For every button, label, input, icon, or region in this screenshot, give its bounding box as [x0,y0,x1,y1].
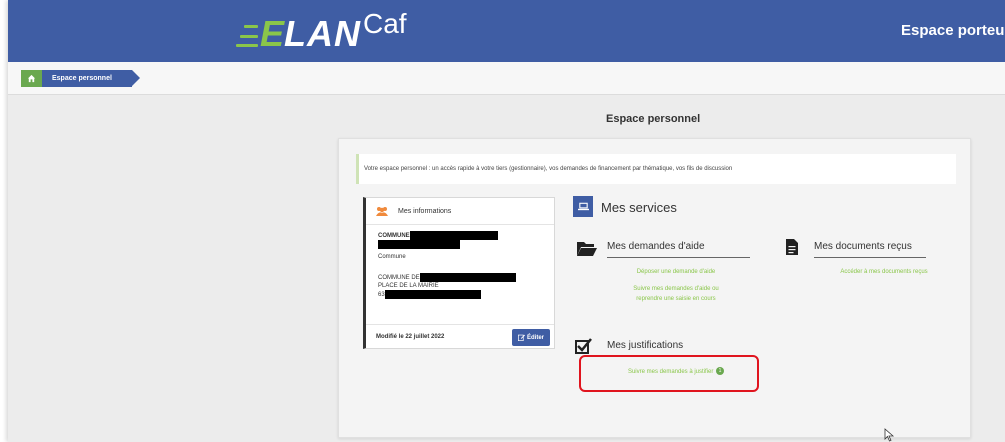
info-address-line2: PLACE DE LA MAIRIE [378,283,439,290]
services-laptop-box [573,196,593,217]
edit-button-label: Éditer [526,334,544,341]
info-address-line3: 63 [378,292,385,299]
edit-icon [517,334,525,341]
suivre-demandes-line1: Suivre mes demandes d'aide ou [633,286,719,292]
info-panel-header: Mes informations [366,198,554,225]
home-icon [27,74,36,83]
logo-lines-icon [236,25,258,47]
folder-open-icon [577,242,597,256]
redacted-block [419,273,516,283]
demandes-aide-section: Mes demandes d'aide [607,241,750,258]
divider [814,257,926,258]
elan-caf-logo[interactable]: E LAN Caf [236,8,407,54]
header-title: Espace porteurs [901,22,1005,39]
info-footer: Modifié le 22 juillet 2022 Éditer [366,324,554,348]
redacted-block [384,290,481,300]
page-title: Espace personnel [606,113,701,125]
header: E LAN Caf Espace porteurs [8,0,1005,62]
documents-recus-label: Mes documents reçus [814,241,912,252]
redacted-block [378,240,460,250]
redacted-block [409,231,498,240]
info-panel-title: Mes informations [398,207,452,215]
mouse-cursor-icon [884,428,895,442]
intro-banner: Votre espace personnel : un accès rapide… [356,154,956,184]
documents-recus-section: Mes documents reçus [814,241,926,258]
users-icon [376,207,388,216]
suivre-demandes-line2: reprendre une saisie en cours [636,296,716,302]
justifications-label: Mes justifications [607,340,684,351]
breadcrumb-item-espace-personnel[interactable]: Espace personnel [42,70,132,87]
modified-date: Modifié le 22 juillet 2022 [376,333,445,340]
divider [607,257,750,258]
justifications-section: Mes justifications [607,340,719,351]
services-title: Mes services [601,200,677,215]
mes-informations-panel: Mes informations COMMUNE Commune COMMUNE… [363,197,555,349]
annotation-highlight [579,355,759,392]
document-icon [786,239,798,255]
breadcrumb: Espace personnel [8,62,1005,95]
app-frame: E LAN Caf Espace porteurs Espace personn… [8,0,1005,442]
info-details: COMMUNE Commune COMMUNE DE PLACE DE LA M… [366,225,554,305]
checkbox-checked-icon [575,338,592,354]
breadcrumb-home[interactable] [21,70,42,87]
logo-e: E [260,13,285,54]
info-type: Commune [378,254,406,261]
laptop-icon [577,202,589,211]
breadcrumb-arrow [132,70,140,86]
logo-caf: Caf [363,8,407,39]
info-name: COMMUNE [378,233,410,240]
suivre-demandes-link[interactable]: Suivre mes demandes d'aide ou reprendre … [601,284,751,304]
edit-button[interactable]: Éditer [512,329,550,346]
deposer-demande-link[interactable]: Déposer une demande d'aide [601,267,751,277]
acceder-documents-link[interactable]: Accéder à mes documents reçus [809,267,959,277]
main-card: Votre espace personnel : un accès rapide… [338,138,971,438]
demandes-aide-label: Mes demandes d'aide [607,241,705,252]
logo-lan: LAN [284,13,362,54]
info-address-line1: COMMUNE DE [378,275,420,282]
